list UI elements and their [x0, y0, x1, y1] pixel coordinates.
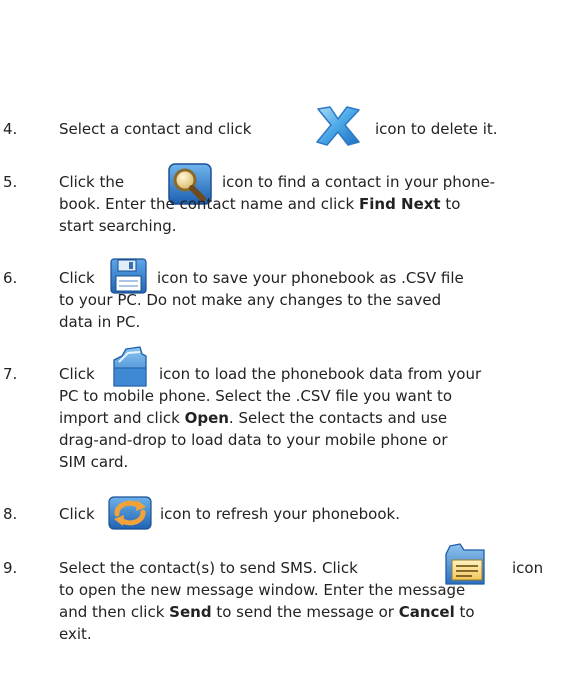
- step-9-line-4: exit.: [59, 625, 92, 643]
- step-6-line-2: to your PC. Do not make any changes to t…: [59, 291, 442, 309]
- step-number: 4.: [3, 120, 18, 138]
- step-9-line-3-mid: to send the message or: [211, 603, 399, 621]
- step-6-text-after-icon: icon to save your phonebook as .CSV file: [157, 269, 464, 287]
- step-number: 7.: [3, 365, 18, 383]
- delete-x-icon: [316, 106, 360, 146]
- step-number: 9.: [3, 559, 18, 577]
- step-5-line-2-text: book. Enter the contact name and click: [59, 195, 359, 213]
- step-5-text-after-icon: icon to find a contact in your phone-: [222, 173, 496, 191]
- step-5-line-2: book. Enter the contact name and click F…: [59, 194, 460, 214]
- step-4-text-before-icon: Select a contact and click: [59, 120, 252, 138]
- open-label: Open: [184, 409, 229, 427]
- step-9-line-3-after: to: [454, 603, 475, 621]
- cancel-label: Cancel: [398, 603, 455, 621]
- step-9-text-after-icon: icon: [512, 559, 544, 577]
- step-7-line-3: import and click Open. Select the contac…: [59, 408, 447, 428]
- step-9-line-2: to open the new message window. Enter th…: [59, 581, 466, 599]
- find-next-label: Find Next: [359, 195, 441, 213]
- step-5-line-3: start searching.: [59, 217, 177, 235]
- step-9-line-3: and then click Send to send the message …: [59, 602, 475, 622]
- step-6-text-before-icon: Click: [59, 269, 95, 287]
- step-7-line-3-text: import and click: [59, 409, 185, 427]
- step-7-line-5: SIM card.: [59, 453, 129, 471]
- save-floppy-icon: [110, 258, 147, 294]
- step-8-text-after-icon: icon to refresh your phonebook.: [160, 505, 400, 523]
- step-4-text-after-icon: icon to delete it.: [375, 120, 498, 138]
- step-5-text-before-icon: Click the: [59, 173, 125, 191]
- send-label: Send: [169, 603, 212, 621]
- step-5-line-2-after: to: [440, 195, 461, 213]
- step-8-text-before-icon: Click: [59, 505, 95, 523]
- open-folder-icon: [113, 346, 147, 387]
- step-number: 6.: [3, 269, 18, 287]
- step-7-line-4: drag-and-drop to load data to your mobil…: [59, 431, 448, 449]
- step-7-text-after-icon: icon to load the phonebook data from you…: [159, 365, 482, 383]
- step-number: 8.: [3, 505, 18, 523]
- step-7-line-2: PC to mobile phone. Select the .CSV file…: [59, 387, 453, 405]
- step-7-text-before-icon: Click: [59, 365, 95, 383]
- step-9-text-before-icon: Select the contact(s) to send SMS. Click: [59, 559, 358, 577]
- step-number: 5.: [3, 173, 18, 191]
- step-7-line-3-after: . Select the contacts and use: [228, 409, 448, 427]
- step-6-line-3: data in PC.: [59, 313, 141, 331]
- refresh-arrows-icon: [108, 496, 152, 530]
- step-9-line-3-text: and then click: [59, 603, 170, 621]
